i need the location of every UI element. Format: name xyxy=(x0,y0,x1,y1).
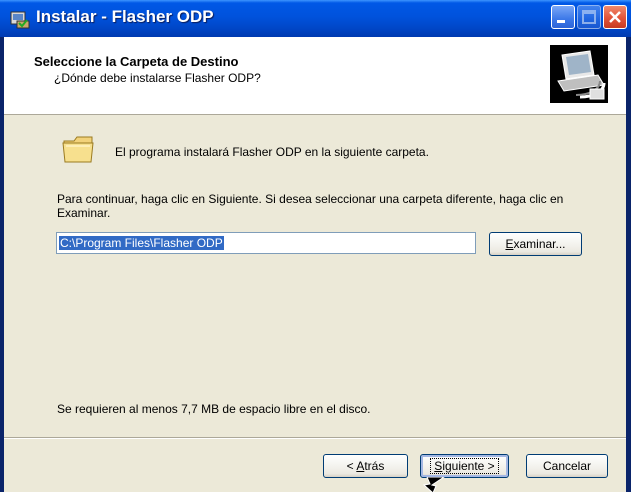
back-prefix: < xyxy=(346,459,357,473)
mouse-cursor-icon xyxy=(422,477,445,493)
next-button[interactable]: Siguiente > xyxy=(420,454,509,478)
maximize-icon xyxy=(582,10,596,24)
wizard-header: Seleccione la Carpeta de Destino ¿Dónde … xyxy=(4,37,626,115)
destination-path-input[interactable]: C:\Program Files\Flasher ODP xyxy=(56,232,476,254)
installer-app-icon xyxy=(10,11,30,29)
intro-text: El programa instalará Flasher ODP en la … xyxy=(115,145,429,159)
page-subtitle: ¿Dónde debe instalarse Flasher ODP? xyxy=(54,71,261,85)
instructions-text: Para continuar, haga clic en Siguiente. … xyxy=(57,192,564,220)
back-button[interactable]: < Atrás xyxy=(323,454,408,478)
dialog-client-area: Seleccione la Carpeta de Destino ¿Dónde … xyxy=(4,37,626,493)
path-value: C:\Program Files\Flasher ODP xyxy=(59,236,224,250)
disk-space-text: Se requieren al menos 7,7 MB de espacio … xyxy=(57,402,371,416)
footer-separator xyxy=(4,437,626,439)
cancel-button[interactable]: Cancelar xyxy=(526,454,608,478)
browse-label: xaminar... xyxy=(513,237,566,251)
minimize-icon xyxy=(557,20,565,23)
maximize-button[interactable] xyxy=(577,5,601,29)
next-label: iguiente > xyxy=(442,459,495,473)
title-bar[interactable]: Instalar - Flasher ODP xyxy=(0,0,631,37)
back-label: trás xyxy=(364,459,385,473)
next-focus-box: Siguiente > xyxy=(430,458,499,474)
close-icon xyxy=(609,11,621,23)
browse-button[interactable]: Examinar... xyxy=(489,232,582,256)
installer-window: Instalar - Flasher ODP Seleccione la Car… xyxy=(0,0,631,493)
computer-installer-icon xyxy=(550,45,608,103)
close-button[interactable] xyxy=(603,5,627,29)
minimize-button[interactable] xyxy=(551,5,575,29)
window-title: Instalar - Flasher ODP xyxy=(36,7,214,26)
folder-icon xyxy=(62,136,94,163)
page-title: Seleccione la Carpeta de Destino xyxy=(34,54,239,69)
